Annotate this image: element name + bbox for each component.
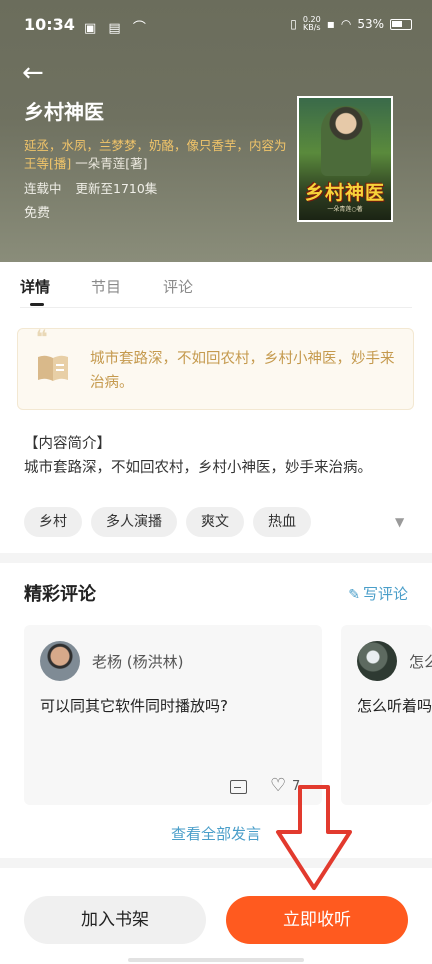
battery-percent: 53% — [357, 17, 384, 31]
comments-section-title: 精彩评论 — [24, 584, 96, 605]
view-all-comments-link[interactable]: 查看全部发言 — [0, 823, 432, 844]
comment-username[interactable]: 老杨 (杨洪林) — [92, 651, 183, 672]
tab-details[interactable]: 详情 — [20, 276, 50, 297]
section-separator — [0, 553, 432, 563]
book-header: 10:34 ▣ ▤ ⌒ ▯ 0.20 KB/s ▪ ◠ 53% ← 乡村神医 延… — [0, 0, 432, 262]
back-arrow-icon[interactable]: ← — [22, 60, 44, 86]
write-comment-label: 写评论 — [362, 585, 408, 603]
battery-icon — [390, 18, 412, 30]
tag-chip[interactable]: 热血 — [253, 507, 311, 537]
tag-chip[interactable]: 多人演播 — [91, 507, 177, 537]
divider — [20, 307, 412, 308]
summary-text: 城市套路深，不如回农村，乡村小神医，妙手来治病。 — [90, 351, 395, 391]
comment-text: 可以同其它软件同时播放吗? — [40, 697, 228, 715]
network-speed: 0.20 KB/s — [303, 16, 321, 32]
comment-card[interactable]: 怎么 怎么听着吗 — [341, 625, 432, 805]
tab-episodes[interactable]: 节目 — [91, 276, 121, 297]
status-bar: 10:34 ▣ ▤ ⌒ ▯ 0.20 KB/s ▪ ◠ 53% — [0, 10, 432, 40]
tag-chip[interactable]: 爽文 — [186, 507, 244, 537]
tag-chip[interactable]: 乡村 — [24, 507, 82, 537]
section-separator — [0, 858, 432, 868]
book-credits: 延丞，水夙，兰梦梦，奶酪，像只香芋，内容为王等[播] 一朵青莲[著] — [24, 137, 289, 173]
write-comment-button[interactable]: ✎ 写评论 — [348, 583, 408, 604]
serial-status: 连载中 — [24, 181, 62, 196]
like-heart-icon[interactable]: ♡ — [270, 775, 286, 796]
book-status: 连载中 更新至1710集 — [24, 178, 157, 197]
wifi-icon: ◠ — [340, 17, 352, 31]
price-label: 免费 — [24, 206, 51, 221]
avatar[interactable] — [40, 641, 80, 681]
comment-username[interactable]: 怎么 — [409, 651, 432, 672]
cover-illustration — [321, 106, 371, 176]
listen-now-button[interactable]: 立即收听 — [226, 896, 408, 944]
open-book-icon — [38, 355, 68, 381]
book-title: 乡村神医 — [24, 100, 104, 124]
book-cover[interactable]: 乡村神医 一朵青莲○著 — [297, 96, 393, 222]
sim-icon: ▪ — [326, 17, 335, 31]
status-time: 10:34 — [24, 15, 75, 34]
episode-count: 更新至1710集 — [75, 181, 158, 196]
cover-subtitle: 一朵青莲○著 — [327, 206, 363, 213]
network-speed-unit: KB/s — [302, 23, 321, 32]
comment-text: 怎么听着吗 — [357, 697, 432, 715]
tab-comments[interactable]: 评论 — [163, 276, 193, 297]
detail-tabs: 详情 节目 评论 — [0, 262, 432, 308]
add-to-shelf-button[interactable]: 加入书架 — [24, 896, 206, 944]
comment-card[interactable]: 老杨 (杨洪林) 可以同其它软件同时播放吗? ♡ 7 — [24, 625, 322, 805]
author: 一朵青莲[著] — [75, 156, 148, 171]
vibrate-icon: ▯ — [290, 17, 297, 31]
reply-icon[interactable] — [230, 780, 247, 794]
bottom-action-bar: 加入书架 立即收听 — [0, 868, 432, 964]
notification-icons: ▣ ▤ ⌒ — [84, 21, 150, 36]
quote-icon: ❝ — [36, 325, 48, 349]
avatar[interactable] — [357, 641, 397, 681]
expand-tags-chevron-down-icon[interactable]: ▼ — [395, 515, 404, 529]
narrators[interactable]: 延丞，水夙，兰梦梦，奶酪，像只香芋，内容为王等[播] — [24, 138, 287, 171]
cover-title: 乡村神医 — [304, 182, 385, 204]
intro-text: 城市套路深，不如回农村，乡村小神医，妙手来治病。 — [24, 460, 372, 476]
like-count: 7 — [292, 779, 301, 794]
summary-card: ❝ 城市套路深，不如回农村，乡村小神医，妙手来治病。 — [17, 325, 414, 410]
tag-list: 乡村 多人演播 爽文 热血 — [24, 507, 311, 537]
tab-indicator — [30, 303, 44, 306]
intro-title: 【内容简介】 — [24, 436, 111, 452]
status-icons-right: ▯ 0.20 KB/s ▪ ◠ 53% — [290, 16, 412, 32]
pen-icon: ✎ — [348, 587, 360, 603]
home-indicator[interactable] — [128, 958, 304, 962]
